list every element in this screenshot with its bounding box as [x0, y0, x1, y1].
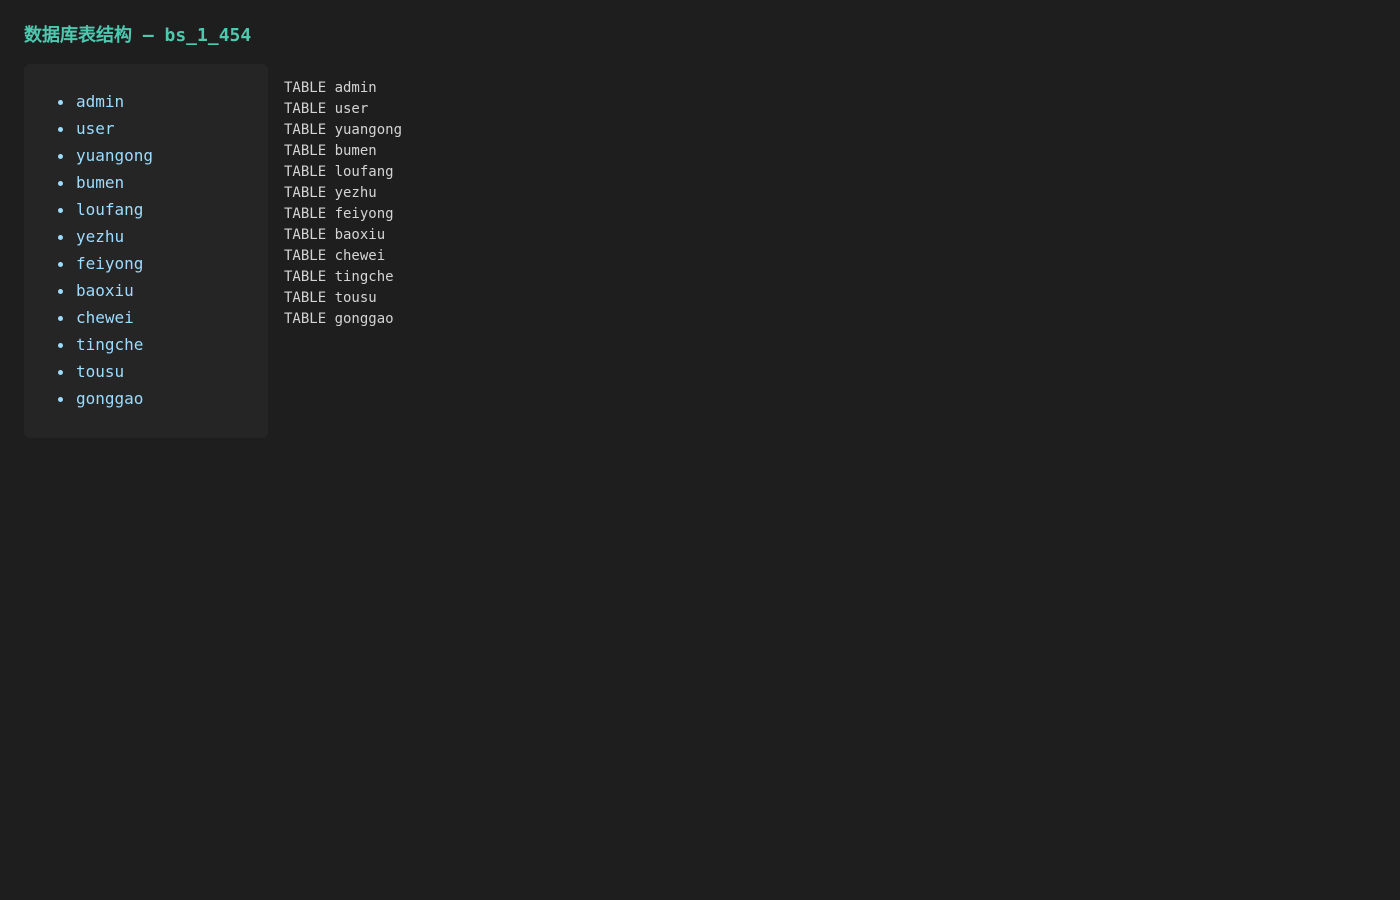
table-list-item[interactable]: user [58, 119, 268, 146]
schema-line: TABLE yezhu [284, 185, 377, 201]
table-list-item[interactable]: feiyong [58, 254, 268, 281]
schema-line: TABLE bumen [284, 143, 377, 159]
table-list-item[interactable]: baoxiu [58, 281, 268, 308]
schema-line: TABLE user [284, 101, 369, 117]
schema-line: TABLE feiyong [284, 206, 394, 222]
schema-line: TABLE gonggao [284, 311, 394, 327]
table-list-item[interactable]: admin [58, 92, 268, 119]
schema-line: TABLE loufang [284, 164, 394, 180]
table-list-item[interactable]: gonggao [58, 389, 268, 416]
table-list: admin user yuangong bumen loufang yezhu … [24, 92, 268, 416]
schema-output: TABLE admin TABLE user TABLE yuangong TABLE… [284, 78, 402, 330]
schema-line: TABLE baoxiu [284, 227, 386, 243]
table-list-item[interactable]: tousu [58, 362, 268, 389]
table-list-item[interactable]: tingche [58, 335, 268, 362]
schema-line: TABLE admin [284, 80, 377, 96]
page-title: 数据库表结构 — bs_1_454 [24, 25, 252, 46]
table-list-item[interactable]: yuangong [58, 146, 268, 173]
schema-line: TABLE tousu [284, 290, 377, 306]
table-list-item[interactable]: chewei [58, 308, 268, 335]
table-list-item[interactable]: loufang [58, 200, 268, 227]
schema-line: TABLE chewei [284, 248, 386, 264]
table-list-panel: admin user yuangong bumen loufang yezhu … [24, 64, 268, 438]
schema-line: TABLE tingche [284, 269, 394, 285]
table-list-item[interactable]: yezhu [58, 227, 268, 254]
schema-line: TABLE yuangong [284, 122, 403, 138]
table-list-item[interactable]: bumen [58, 173, 268, 200]
